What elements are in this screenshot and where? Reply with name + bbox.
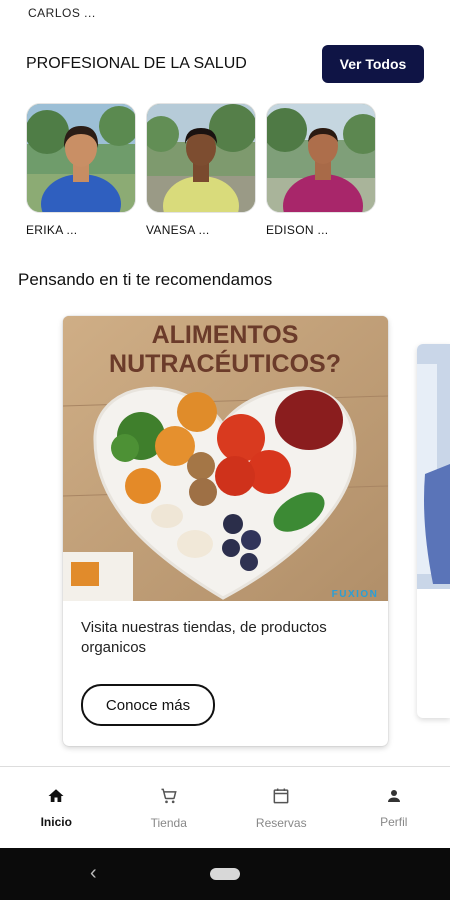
person-icon: [387, 790, 400, 802]
image-heading-1: ALIMENTOS: [152, 321, 299, 349]
nav-item-inicio[interactable]: Inicio: [0, 767, 113, 849]
learn-more-button[interactable]: Conoce más: [81, 684, 215, 726]
professionals-header: PROFESIONAL DE LA SALUD Ver Todos: [26, 44, 424, 84]
back-icon[interactable]: ‹: [90, 862, 97, 885]
nav-label: Inicio: [40, 815, 72, 829]
next-recommendation-card[interactable]: [417, 344, 450, 718]
nav-item-reservas[interactable]: Reservas: [225, 767, 338, 849]
professional-card[interactable]: ERIKA ...: [26, 103, 136, 237]
professional-name: ERIKA ...: [26, 223, 78, 237]
nav-label: Perfil: [380, 815, 408, 829]
nav-item-perfil[interactable]: Perfil: [338, 767, 450, 849]
home-pill-icon[interactable]: [210, 868, 240, 880]
professional-card[interactable]: EDISON ...: [266, 103, 376, 237]
recommendation-card[interactable]: ALIMENTOS NUTRACÉUTICOS? FUXION Visita n…: [63, 316, 388, 746]
professionals-title: PROFESIONAL DE LA SALUD: [26, 55, 247, 72]
nav-item-tienda[interactable]: Tienda: [113, 767, 226, 849]
user-name: CARLOS ...: [28, 6, 96, 20]
recommendations-title: Pensando en ti te recomendamos: [18, 270, 273, 289]
professional-photo-image: [267, 104, 375, 212]
nav-label: Reservas: [255, 816, 307, 830]
professional-card[interactable]: VANESA ...: [146, 103, 256, 237]
view-all-button[interactable]: Ver Todos: [322, 45, 424, 83]
nav-label: Tienda: [150, 816, 187, 830]
next-card-image: [417, 344, 450, 589]
professional-photo[interactable]: [26, 103, 136, 213]
system-navigation-bar: ‹: [0, 848, 450, 900]
professional-photo-image: [147, 104, 255, 212]
recommendation-text: Visita nuestras tiendas, de productos or…: [81, 619, 327, 656]
professional-photo[interactable]: [146, 103, 256, 213]
professionals-list: ERIKA ... VANESA ... EDISON ...: [26, 103, 376, 237]
professional-name: VANESA ...: [146, 223, 210, 237]
calendar-icon: [273, 788, 289, 804]
brand-logo: FUXION: [332, 589, 379, 600]
home-icon: [48, 789, 64, 802]
nutraceutical-food-image: ALIMENTOS NUTRACÉUTICOS? FUXION: [63, 316, 388, 601]
image-heading-2: NUTRACÉUTICOS?: [109, 349, 341, 378]
cart-icon: [161, 788, 177, 804]
professional-name: EDISON ...: [266, 223, 329, 237]
bottom-navigation: Inicio Tienda Reservas Perfil: [0, 766, 450, 849]
recommendation-image[interactable]: ALIMENTOS NUTRACÉUTICOS? FUXION: [63, 316, 388, 601]
professional-photo-image: [27, 104, 135, 212]
professional-photo[interactable]: [266, 103, 376, 213]
